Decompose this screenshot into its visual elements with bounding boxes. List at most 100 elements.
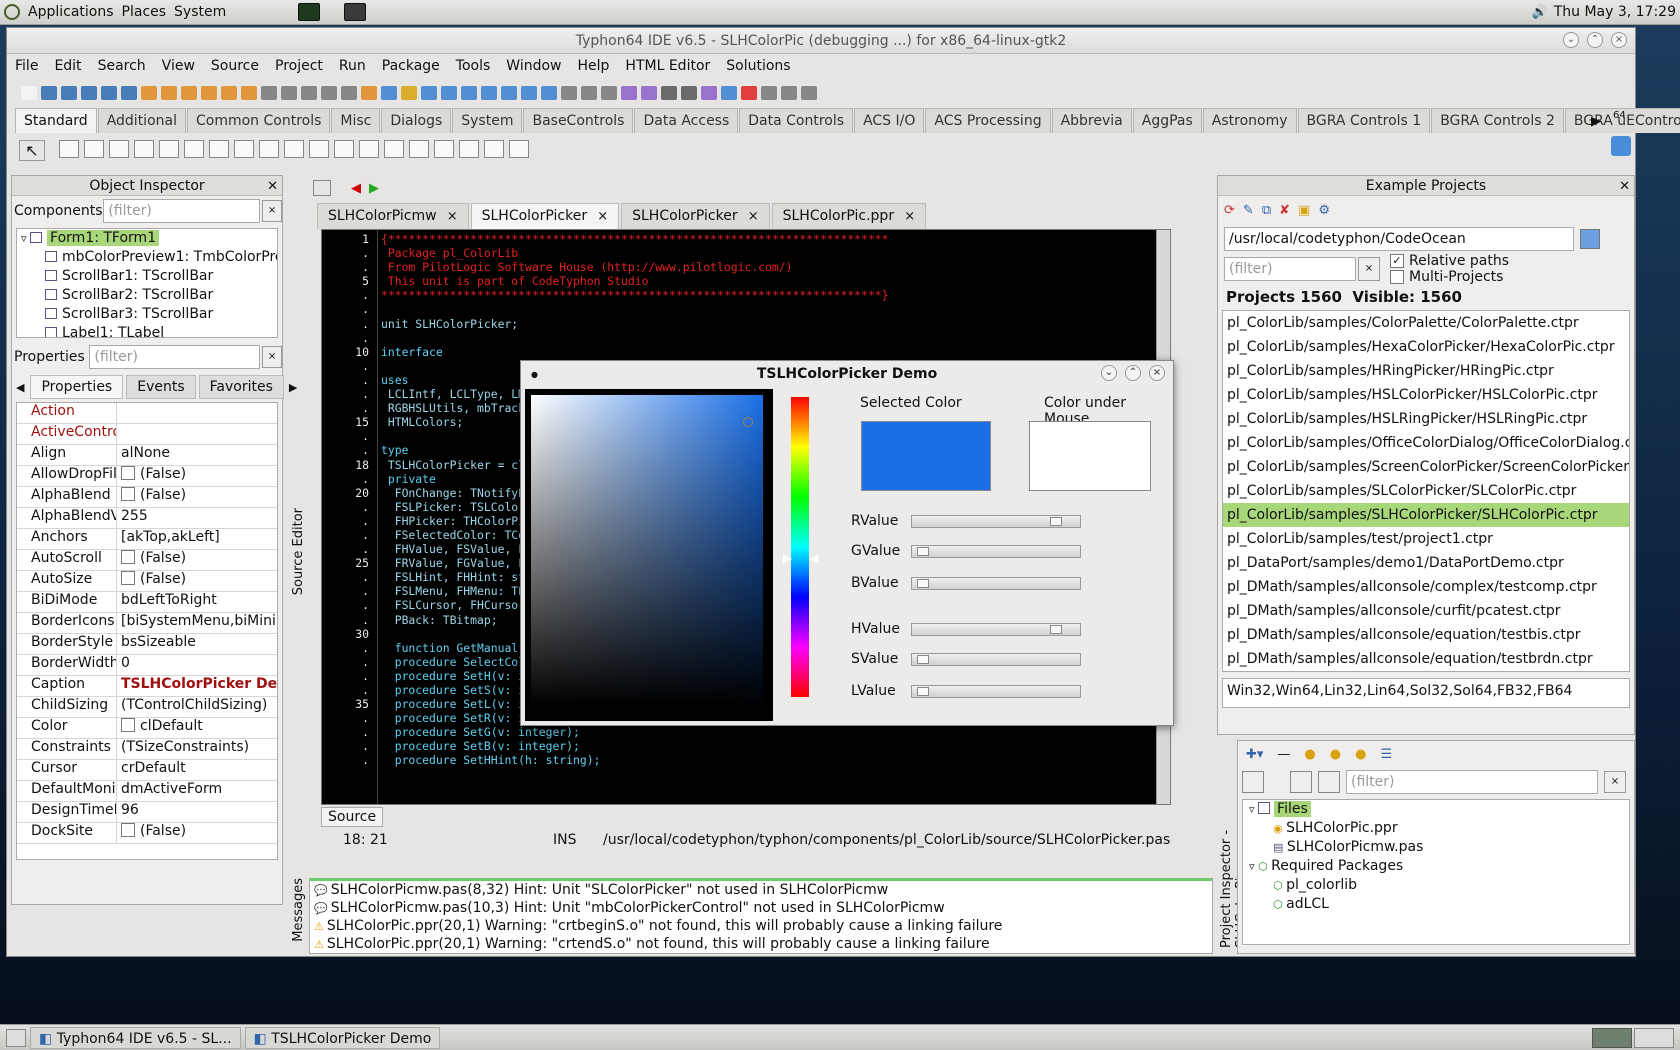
project-list-item[interactable]: pl_ColorLib/samples/OfficeColorDialog/Of…: [1223, 431, 1629, 455]
menu-edit[interactable]: Edit: [46, 54, 89, 78]
hue-marker-icon[interactable]: ◀: [809, 551, 818, 565]
palette-component-icon[interactable]: [84, 139, 104, 158]
property-row[interactable]: Constraints (TSizeConstraints): [17, 739, 277, 760]
value-slider[interactable]: [911, 544, 1081, 558]
clear-filter-icon[interactable]: ⨯: [262, 200, 282, 222]
workspace-switcher[interactable]: [1592, 1027, 1632, 1048]
property-row[interactable]: ActiveControl: [17, 424, 277, 445]
project-list-item[interactable]: pl_ColorLib/samples/ScreenColorPicker/Sc…: [1223, 455, 1629, 479]
editor-tab[interactable]: SLHColorPicker ×: [621, 203, 770, 229]
toolbar-icon[interactable]: [741, 86, 757, 100]
applications-menu[interactable]: Applications: [28, 4, 114, 20]
package-node[interactable]: ⬡ pl_colorlib: [1243, 876, 1629, 895]
property-value[interactable]: [117, 403, 277, 423]
menu-html-editor[interactable]: HTML Editor: [617, 54, 718, 78]
volume-icon[interactable]: 🔊: [1532, 5, 1548, 20]
toolbar-icon[interactable]: [41, 86, 57, 100]
property-row[interactable]: Cursor crDefault: [17, 760, 277, 781]
maximize-button[interactable]: ⌃: [1587, 32, 1603, 48]
project-list-item[interactable]: pl_ColorLib/samples/HRingPicker/HRingPic…: [1223, 359, 1629, 383]
edit-icon[interactable]: ●: [1330, 747, 1341, 762]
message-line[interactable]: ⚠ SLHColorPic.ppr(20,1) Warning: "crtbegi…: [314, 917, 1212, 935]
close-tab-icon[interactable]: ×: [593, 209, 608, 224]
editor-tab[interactable]: SLHColorPic.ppr ×: [771, 203, 927, 229]
property-value[interactable]: (False): [117, 571, 277, 591]
remove-icon[interactable]: —: [1277, 747, 1290, 762]
toolbar-icon[interactable]: [261, 86, 277, 100]
palette-tab-data-controls[interactable]: Data Controls: [739, 108, 854, 133]
toolbar-icon[interactable]: [641, 86, 657, 100]
clear-filter-icon[interactable]: ⨯: [1358, 257, 1380, 281]
tabs-left-icon[interactable]: ◀: [16, 381, 24, 394]
toolbar-icon[interactable]: [141, 86, 157, 100]
tree-item[interactable]: ScrollBar3: TScrollBar: [17, 305, 277, 324]
property-value[interactable]: (TControlChildSizing): [117, 697, 277, 717]
property-value[interactable]: (False): [117, 466, 277, 486]
tree-expander-icon[interactable]: ▿: [21, 232, 30, 245]
menu-help[interactable]: Help: [570, 54, 618, 78]
menu-tools[interactable]: Tools: [448, 54, 499, 78]
menu-search[interactable]: Search: [90, 54, 154, 78]
property-row[interactable]: Anchors [akTop,akLeft]: [17, 529, 277, 550]
clear-filter-icon[interactable]: ⨯: [1604, 771, 1626, 793]
close-tab-icon[interactable]: ×: [744, 209, 759, 224]
menu-window[interactable]: Window: [498, 54, 569, 78]
palette-tab-acs-i-o[interactable]: ACS I/O: [854, 108, 925, 133]
palette-tab-common-controls[interactable]: Common Controls: [186, 108, 331, 133]
inspector-filter-input[interactable]: (filter): [1346, 770, 1598, 794]
toolbar-icon[interactable]: [61, 86, 77, 100]
dialog-title-bar[interactable]: ● TSLHColorPicker Demo ⌄ ⌃ ×: [521, 361, 1173, 387]
close-icon[interactable]: ✕: [1619, 177, 1630, 197]
toolbar-icon[interactable]: [301, 86, 317, 100]
dialog-minimize-button[interactable]: ⌄: [1101, 365, 1117, 381]
tree-item[interactable]: Label1: TLabel: [17, 324, 277, 337]
toolbar-icon[interactable]: [21, 86, 37, 100]
add-icon[interactable]: ✚▾: [1246, 747, 1263, 762]
property-row[interactable]: BorderWidth 0: [17, 655, 277, 676]
property-value[interactable]: 255: [117, 508, 277, 528]
select-pointer-icon[interactable]: ↖: [19, 139, 45, 161]
message-line[interactable]: ⚠ SLHColorPic.ppr(20,1) Warning: "crtendS…: [314, 935, 1212, 953]
property-row[interactable]: Color clDefault: [17, 718, 277, 739]
palette-component-icon[interactable]: [234, 139, 254, 158]
palette-component-icon[interactable]: [109, 139, 129, 158]
palette-component-icon[interactable]: [359, 139, 379, 158]
open-project-icon[interactable]: ✎: [1243, 203, 1254, 218]
clock[interactable]: Thu May 3, 17:29: [1554, 4, 1676, 20]
slider-thumb[interactable]: [1050, 624, 1062, 634]
sort-icon[interactable]: [1290, 771, 1312, 793]
minimize-button[interactable]: ⌄: [1563, 32, 1579, 48]
toolbar-icon[interactable]: [661, 86, 677, 100]
toolbar-icon[interactable]: [181, 86, 197, 100]
editor-tab[interactable]: SLHColorPicker ×: [470, 203, 620, 229]
menu-package[interactable]: Package: [374, 54, 448, 78]
places-menu[interactable]: Places: [122, 4, 167, 20]
value-slider[interactable]: [911, 652, 1081, 666]
toolbar-icon[interactable]: [321, 86, 337, 100]
property-value[interactable]: TSLHColorPicker De: [117, 676, 277, 696]
palette-component-icon[interactable]: [184, 139, 204, 158]
property-value[interactable]: (False): [117, 487, 277, 507]
palette-component-icon[interactable]: [434, 139, 454, 158]
copy-icon[interactable]: ⧉: [1262, 203, 1271, 218]
system-menu[interactable]: System: [174, 4, 226, 20]
message-line[interactable]: 💬 SLHColorPicmw.pas(8,32) Hint: Unit "SLC…: [314, 881, 1212, 899]
toolbar-icon[interactable]: [201, 86, 217, 100]
palette-component-icon[interactable]: [259, 139, 279, 158]
inspector-tab-events[interactable]: Events: [126, 375, 196, 399]
messages-side-tab[interactable]: Messages: [291, 878, 306, 948]
clear-filter-icon[interactable]: ⨯: [262, 346, 282, 368]
property-row[interactable]: BorderStyle bsSizeable: [17, 634, 277, 655]
relative-paths-checkbox[interactable]: ✓: [1390, 254, 1404, 268]
hue-marker-icon[interactable]: ▶: [783, 551, 792, 565]
toolbar-icon[interactable]: [481, 86, 497, 100]
toolbar-icon[interactable]: [521, 86, 537, 100]
property-value[interactable]: 0: [117, 655, 277, 675]
toolbar-icon[interactable]: [681, 86, 697, 100]
toolbar-icon[interactable]: [781, 86, 797, 100]
settings-icon[interactable]: ⚙: [1318, 203, 1330, 218]
inspector-tab-properties[interactable]: Properties: [30, 375, 124, 399]
close-button[interactable]: ×: [1611, 32, 1627, 48]
property-row[interactable]: AlphaBlendValue255: [17, 508, 277, 529]
property-value[interactable]: dmActiveForm: [117, 781, 277, 801]
